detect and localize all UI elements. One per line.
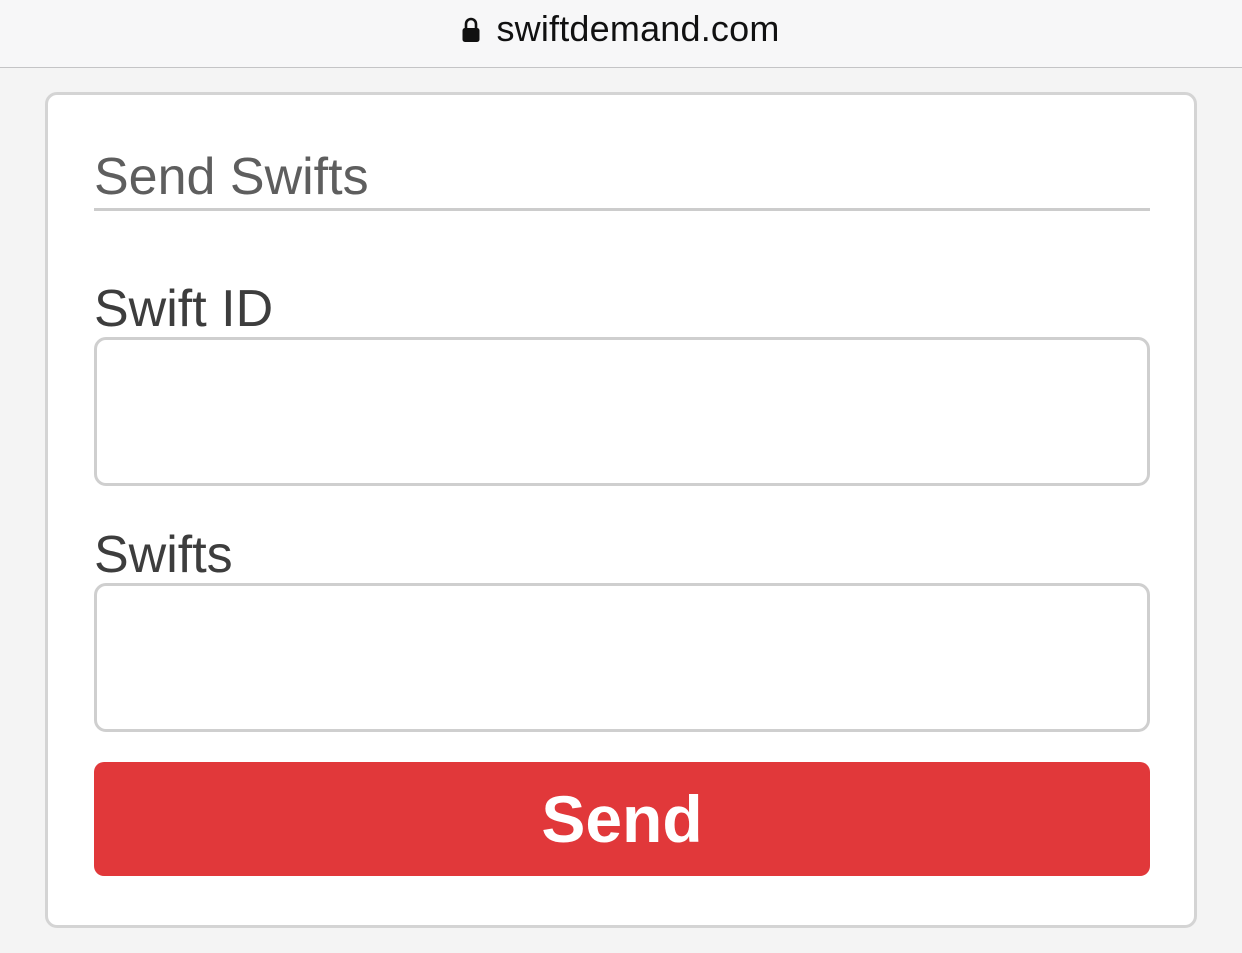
swifts-label: Swifts [94,526,233,584]
swift-id-input[interactable] [94,337,1150,486]
send-swifts-card: Send Swifts Swift ID Swifts Send [45,92,1197,928]
browser-address-bar[interactable]: swiftdemand.com [0,0,1242,68]
url-text: swiftdemand.com [496,8,780,49]
form-title: Send Swifts [94,147,1150,211]
lock-icon [462,17,480,43]
url-display[interactable]: swiftdemand.com [0,8,1242,50]
send-button[interactable]: Send [94,762,1150,876]
form-title-text: Send Swifts [94,148,369,206]
swifts-amount-input[interactable] [94,583,1150,732]
swift-id-label: Swift ID [94,280,274,338]
